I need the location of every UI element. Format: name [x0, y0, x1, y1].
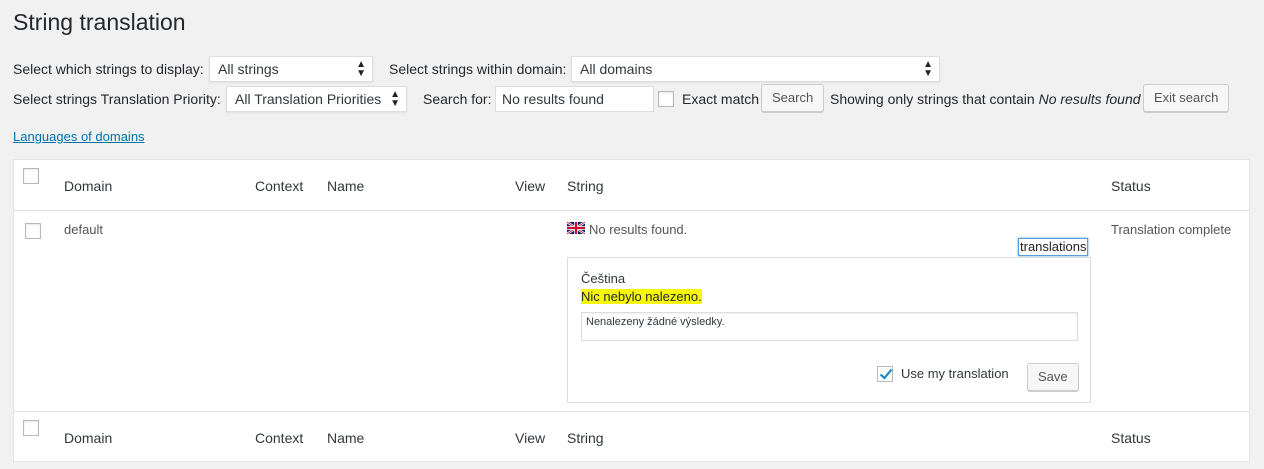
- languages-of-domains-link[interactable]: Languages of domains: [13, 129, 145, 144]
- table-row: default No results found. translations T…: [14, 211, 1249, 411]
- domain-filter-label: Select strings within domain:: [389, 61, 567, 77]
- use-my-translation-checkbox[interactable]: [877, 366, 893, 382]
- translation-panel: Čeština Nic nebylo nalezeno. Nenalezeny …: [567, 257, 1091, 403]
- page-title: String translation: [13, 9, 186, 35]
- priority-filter-value: All Translation Priorities: [235, 91, 382, 107]
- search-summary-term: No results found: [1038, 91, 1141, 107]
- select-all-footer-checkbox[interactable]: [23, 420, 39, 436]
- translations-toggle-button[interactable]: translations: [1018, 238, 1089, 256]
- select-arrows-icon: ▲ ▼: [390, 89, 400, 109]
- footer-header-string: String: [567, 430, 604, 446]
- search-label: Search for:: [423, 91, 492, 107]
- row-string: No results found.: [589, 222, 688, 237]
- strings-table: Domain Context Name View String Status d…: [13, 159, 1250, 462]
- select-all-checkbox[interactable]: [23, 168, 39, 184]
- column-header-name: Name: [327, 178, 365, 194]
- exact-match-checkbox[interactable]: [658, 91, 674, 107]
- domain-filter-value: All domains: [580, 61, 653, 77]
- checkmark-icon: [879, 368, 893, 380]
- search-input[interactable]: No results found: [495, 86, 654, 112]
- current-translation: Nic nebylo nalezeno.: [581, 289, 702, 304]
- display-filter-value: All strings: [218, 61, 279, 77]
- select-arrows-icon: ▲ ▼: [356, 59, 366, 79]
- footer-header-name: Name: [327, 430, 365, 446]
- row-domain: default: [64, 222, 104, 237]
- search-summary-prefix: Showing only strings that contain: [830, 91, 1035, 107]
- footer-header-status: Status: [1111, 430, 1151, 446]
- select-arrows-icon: ▲ ▼: [923, 59, 933, 79]
- exact-match-label: Exact match: [682, 91, 760, 107]
- use-my-translation-label: Use my translation: [901, 366, 1009, 381]
- save-button[interactable]: Save: [1027, 363, 1079, 391]
- translation-language: Čeština: [581, 271, 626, 286]
- priority-filter-label: Select strings Translation Priority:: [13, 91, 221, 107]
- priority-filter-select[interactable]: All Translation Priorities ▲ ▼: [226, 86, 407, 112]
- column-header-context: Context: [255, 178, 304, 194]
- column-header-string: String: [567, 178, 604, 194]
- footer-divider: [14, 411, 1249, 412]
- row-checkbox[interactable]: [25, 223, 41, 239]
- footer-header-view: View: [515, 430, 546, 446]
- footer-header-domain[interactable]: Domain: [64, 430, 112, 446]
- exit-search-button[interactable]: Exit search: [1143, 84, 1230, 112]
- translation-textarea[interactable]: Nenalezeny žádné výsledky.: [581, 312, 1078, 341]
- row-status: Translation complete: [1111, 222, 1232, 237]
- display-filter-select[interactable]: All strings ▲ ▼: [209, 56, 373, 82]
- search-summary: Showing only strings that contain No res…: [830, 91, 1141, 107]
- domain-filter-select[interactable]: All domains ▲ ▼: [571, 56, 940, 82]
- search-button[interactable]: Search: [761, 84, 825, 112]
- display-filter-label: Select which strings to display:: [13, 61, 204, 77]
- column-header-domain[interactable]: Domain: [64, 178, 112, 194]
- column-header-view: View: [515, 178, 546, 194]
- footer-header-context: Context: [255, 430, 304, 446]
- column-header-status: Status: [1111, 178, 1151, 194]
- uk-flag-icon: [566, 221, 586, 235]
